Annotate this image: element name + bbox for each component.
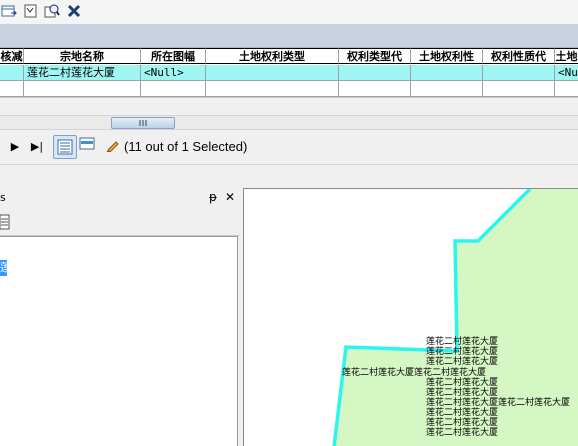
grip-icon xyxy=(139,120,147,126)
table-empty-area xyxy=(0,97,578,115)
selected-records-icon xyxy=(79,137,95,150)
column-header[interactable]: 宗地名称 xyxy=(24,48,141,64)
table-cell[interactable]: <Nu xyxy=(555,65,578,81)
table-cell[interactable] xyxy=(483,81,555,97)
zoom-to-selected-icon[interactable] xyxy=(43,2,61,20)
map-view[interactable]: 莲花二村莲花大厦 莲花二村莲花大厦 莲花二村莲花大厦 莲花二村莲花大厦莲花二村莲花大厦… xyxy=(243,188,578,446)
select-by-attributes-icon[interactable] xyxy=(22,2,40,20)
parcel-label: 莲花二村莲花大厦 xyxy=(426,408,499,418)
table-cell[interactable] xyxy=(206,65,339,81)
attribute-table: 核减 宗地名称 所在图幅 土地权利类型 权利类型代 土地权利性 权利性质代 土地… xyxy=(0,48,578,97)
column-header[interactable]: 土地权利类型 xyxy=(206,48,339,64)
parcel-label: 莲花二村莲花大厦 xyxy=(426,378,499,388)
column-header[interactable]: 土地权利性 xyxy=(411,48,483,64)
parcel-label: 莲花二村莲花大厦 xyxy=(426,418,499,428)
table-cell[interactable] xyxy=(411,81,483,97)
parcel-label: 莲花二村莲花大厦 xyxy=(426,428,499,438)
panel-tree[interactable]: 莲 xyxy=(0,236,238,446)
column-header[interactable]: 权利类型代 xyxy=(339,48,411,64)
parcel-label: 莲花二村莲花大厦 xyxy=(426,357,499,367)
column-header[interactable]: 土地 xyxy=(555,48,578,64)
selection-count-text: (11 out of 1 Selected) xyxy=(124,139,248,154)
list-view-icon[interactable] xyxy=(0,214,10,233)
table-cell[interactable] xyxy=(339,81,411,97)
table-cell[interactable] xyxy=(483,65,555,81)
parcel-label: 莲花二村莲花大厦莲花二村莲花大厦 xyxy=(342,368,487,378)
panel-title: s xyxy=(0,191,6,204)
toolbar-spacer xyxy=(0,164,578,188)
next-record-button[interactable]: ▶ xyxy=(6,138,24,156)
table-cell[interactable] xyxy=(555,81,578,97)
last-record-button[interactable]: ▶| xyxy=(27,138,47,156)
table-cell[interactable] xyxy=(0,81,24,97)
table-cell[interactable] xyxy=(411,65,483,81)
all-records-icon xyxy=(57,139,73,155)
column-header[interactable]: 核减 xyxy=(0,48,24,64)
column-header[interactable]: 所在图幅 xyxy=(141,48,206,64)
panel-toolbar xyxy=(0,208,240,236)
pin-icon[interactable]: ᵽ xyxy=(209,190,217,204)
panel-title-bar: s ᵽ ✕ xyxy=(0,188,240,208)
delete-selected-icon[interactable] xyxy=(65,2,83,20)
close-icon[interactable]: ✕ xyxy=(225,190,235,204)
edit-pencil-icon[interactable] xyxy=(104,138,122,156)
parcel-label: 莲花二村莲花大厦莲花二村莲花大厦 xyxy=(426,398,571,408)
column-header[interactable]: 权利性质代 xyxy=(483,48,555,64)
table-cell[interactable] xyxy=(339,65,411,81)
attribute-table-toolbar xyxy=(0,0,578,24)
parcel-label: 莲花二村莲花大厦 xyxy=(426,388,499,398)
table-cell[interactable] xyxy=(24,81,141,97)
table-cell[interactable]: <Null> xyxy=(141,65,206,81)
horizontal-scrollbar[interactable] xyxy=(0,115,578,130)
table-cell[interactable]: 莲花二村莲花大厦 xyxy=(24,65,141,81)
show-all-records-button[interactable] xyxy=(53,135,77,159)
table-options-icon[interactable] xyxy=(0,2,18,20)
table-cell[interactable] xyxy=(141,81,206,97)
table-tab-strip xyxy=(0,24,578,48)
table-cell[interactable] xyxy=(0,65,24,81)
record-navigation-bar: ▶ ▶| (11 out of 1 Selected) xyxy=(0,130,578,164)
selected-tree-item[interactable]: 莲 xyxy=(0,260,7,276)
table-cell[interactable] xyxy=(206,81,339,97)
show-selected-records-button[interactable] xyxy=(77,137,97,155)
scrollbar-thumb[interactable] xyxy=(111,117,175,129)
parcel-label: 莲花二村莲花大厦 xyxy=(426,337,499,347)
parcel-label: 莲花二村莲花大厦 xyxy=(426,347,499,357)
